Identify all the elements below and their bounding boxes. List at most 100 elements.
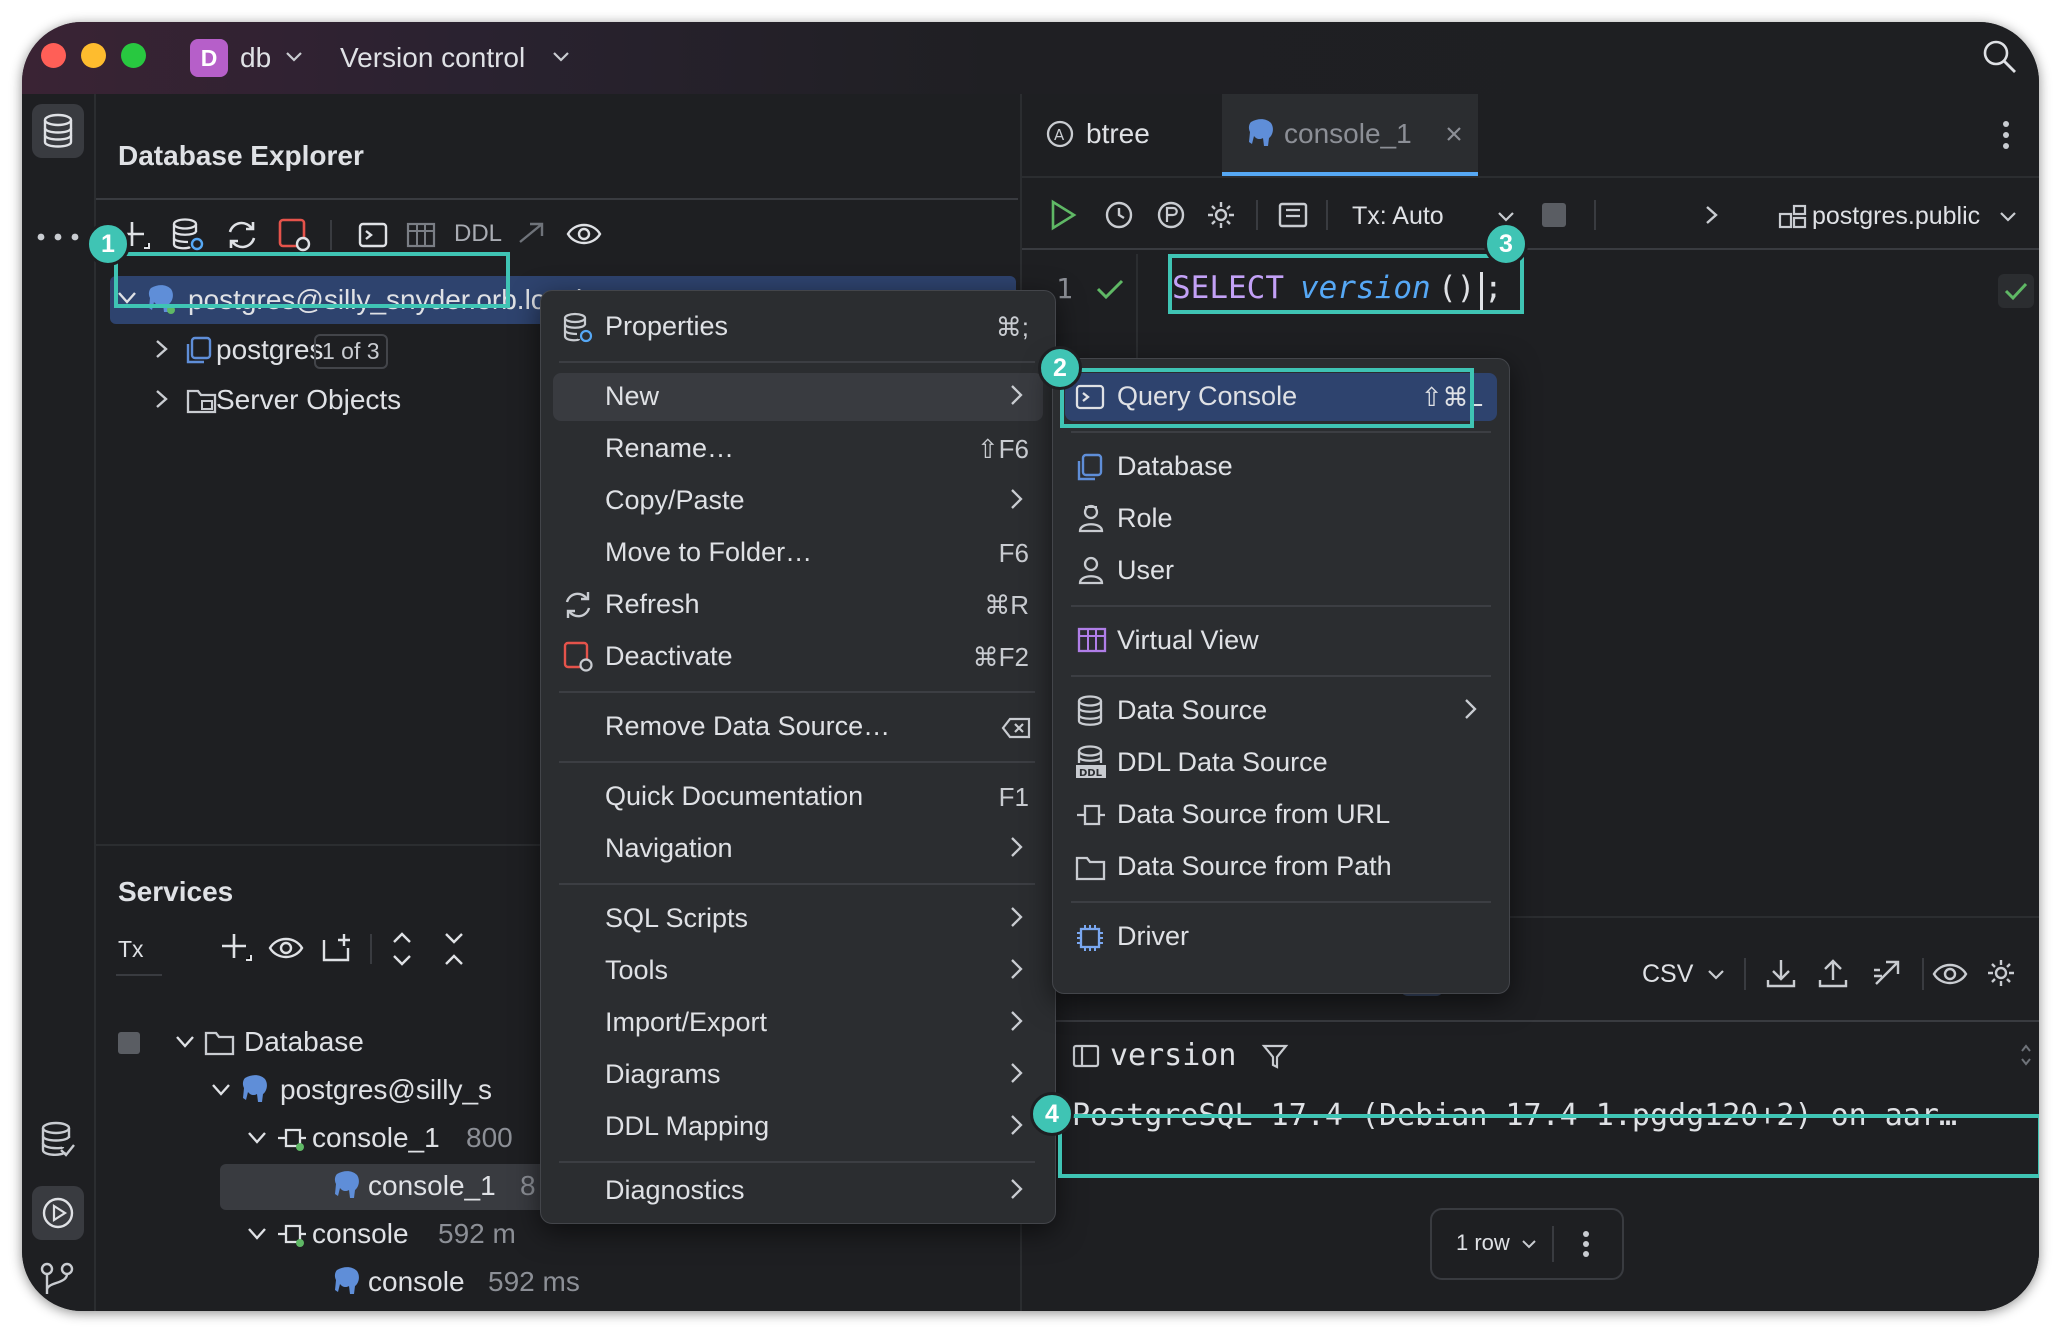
tab-btree[interactable]: A btree: [1032, 94, 1222, 176]
history-icon[interactable]: [1104, 200, 1134, 230]
explain-plan-icon[interactable]: [1156, 200, 1186, 230]
chevron-down-icon[interactable]: [248, 1228, 266, 1240]
toolbar-separator: [1326, 200, 1328, 230]
menu-item-copy-paste[interactable]: Copy/Paste: [553, 477, 1043, 525]
submenu-item-data-source[interactable]: Data Source: [1065, 687, 1497, 735]
refresh-icon[interactable]: [226, 220, 258, 250]
deactivate-icon: [563, 641, 593, 672]
menu-item-tools[interactable]: Tools: [553, 947, 1043, 995]
menu-item-refresh[interactable]: Refresh ⌘R: [553, 581, 1043, 629]
submenu-item-user[interactable]: User: [1065, 547, 1497, 595]
compare-icon[interactable]: [1872, 958, 1902, 988]
minimize-window-button[interactable]: [81, 43, 106, 68]
submenu-item-driver[interactable]: Driver: [1065, 913, 1497, 961]
tx-button[interactable]: Tx: [118, 936, 144, 963]
export-format-dropdown[interactable]: CSV: [1642, 954, 1732, 994]
collapse-all-icon[interactable]: [444, 932, 464, 966]
filter-icon[interactable]: [1261, 1044, 1289, 1070]
more-vertical-icon[interactable]: [2002, 120, 2010, 150]
sort-icon[interactable]: [2020, 1042, 2032, 1068]
menu-item-label: Tools: [605, 955, 669, 985]
menu-item-label: Role: [1117, 503, 1173, 533]
services-tree-row[interactable]: console 592 ms: [176, 1260, 816, 1306]
project-selector[interactable]: D db: [190, 36, 302, 80]
menu-item-rename[interactable]: Rename… ⇧F6: [553, 425, 1043, 473]
close-tab-icon[interactable]: [1446, 126, 1462, 142]
submenu-item-data-source-from-url[interactable]: Data Source from URL: [1065, 791, 1497, 839]
menu-item-diagrams[interactable]: Diagrams: [553, 1051, 1043, 1099]
row-count-widget[interactable]: 1 row: [1430, 1208, 1624, 1280]
chevron-right-icon[interactable]: [1706, 206, 1718, 224]
driver-icon: [1077, 925, 1103, 951]
menu-item-import-export[interactable]: Import/Export: [553, 999, 1043, 1047]
chevron-right-icon[interactable]: [156, 340, 168, 358]
menu-item-diagnostics[interactable]: Diagnostics: [553, 1167, 1043, 1215]
tx-mode-label: Tx: Auto: [1352, 202, 1444, 230]
view-options-icon[interactable]: [268, 936, 304, 962]
output-panel-icon[interactable]: [1278, 202, 1308, 228]
menu-item-label: Import/Export: [605, 1007, 768, 1037]
schema-selector[interactable]: postgres.public: [1778, 194, 2028, 238]
services-tool-button[interactable]: [32, 1186, 84, 1240]
settings-icon[interactable]: [1986, 958, 2016, 988]
user-icon: [1078, 556, 1104, 585]
context-menu: Properties ⌘; New Rename… ⇧F6 Copy/Paste…: [540, 290, 1056, 1224]
submenu-item-ddl-data-source[interactable]: DDL DDL Data Source: [1065, 739, 1497, 787]
play-circle-icon: [42, 1197, 74, 1229]
stop-button[interactable]: [1542, 203, 1566, 227]
new-tab-icon[interactable]: [322, 932, 354, 962]
table-icon[interactable]: [406, 222, 436, 248]
project-name: db: [240, 42, 272, 73]
menu-item-move-to-folder[interactable]: Move to Folder… F6: [553, 529, 1043, 577]
tab-console-1[interactable]: console_1: [1222, 94, 1478, 176]
download-icon[interactable]: [1766, 958, 1796, 988]
callout-badge-3: 3: [1484, 222, 1528, 266]
chevron-down-icon[interactable]: [176, 1036, 194, 1048]
menu-item-quick-documentation[interactable]: Quick Documentation F1: [553, 773, 1043, 821]
chevron-right-icon: [1011, 1063, 1023, 1083]
expand-all-icon[interactable]: [392, 932, 412, 966]
database-tool-button[interactable]: [32, 104, 84, 158]
query-console-icon[interactable]: [358, 222, 388, 248]
session-icon: [278, 1128, 306, 1151]
deactivate-icon[interactable]: [278, 218, 312, 252]
submenu-item-virtual-view[interactable]: Virtual View: [1065, 617, 1497, 665]
menu-item-ddl-mapping[interactable]: DDL Mapping: [553, 1103, 1043, 1151]
settings-icon[interactable]: [1206, 200, 1236, 230]
chevron-down-icon[interactable]: [248, 1132, 266, 1144]
inspection-ok-indicator[interactable]: [1998, 274, 2034, 308]
toolbar-separator: [1256, 200, 1258, 230]
menu-item-deactivate[interactable]: Deactivate ⌘F2: [553, 633, 1043, 681]
menu-item-shortcut: F6: [998, 538, 1029, 568]
menu-item-new[interactable]: New: [553, 373, 1043, 421]
menu-item-properties[interactable]: Properties ⌘;: [553, 303, 1043, 351]
view-options-icon[interactable]: [566, 222, 602, 248]
add-icon[interactable]: [220, 932, 252, 964]
data-source-properties-icon[interactable]: [172, 218, 204, 252]
menu-item-remove-data-source[interactable]: Remove Data Source…: [553, 703, 1043, 751]
new-submenu: Query Console ⇧⌘L Database Role User Vir…: [1052, 358, 1510, 994]
database-services-icon[interactable]: [41, 1121, 75, 1158]
stop-indicator[interactable]: [118, 1032, 140, 1054]
search-icon[interactable]: [1982, 39, 2018, 75]
view-options-icon[interactable]: [1932, 962, 1968, 988]
close-window-button[interactable]: [41, 43, 66, 68]
submenu-item-role[interactable]: Role: [1065, 495, 1497, 543]
result-column-header[interactable]: version: [1072, 1030, 2032, 1080]
maximize-window-button[interactable]: [121, 43, 146, 68]
menu-item-sql-scripts[interactable]: SQL Scripts: [553, 895, 1043, 943]
version-control-menu[interactable]: Version control: [340, 36, 580, 80]
ddl-button[interactable]: DDL: [454, 220, 502, 248]
execute-icon[interactable]: [1050, 199, 1077, 231]
menu-item-navigation[interactable]: Navigation: [553, 825, 1043, 873]
more-vertical-icon[interactable]: [1582, 1230, 1590, 1258]
panel-title: Services: [118, 876, 234, 907]
submenu-item-database[interactable]: Database: [1065, 443, 1497, 491]
chevron-down-icon[interactable]: [212, 1084, 230, 1096]
jump-to-source-icon[interactable]: [516, 220, 546, 250]
more-tools-icon[interactable]: [36, 232, 80, 242]
chevron-right-icon[interactable]: [156, 390, 168, 408]
submenu-item-data-source-from-path[interactable]: Data Source from Path: [1065, 843, 1497, 891]
git-branch-icon[interactable]: [40, 1262, 74, 1296]
upload-icon[interactable]: [1818, 958, 1848, 988]
